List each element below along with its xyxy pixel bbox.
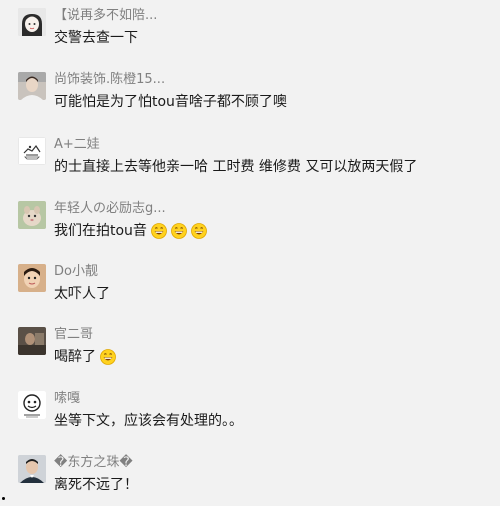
comment-body: 坐等下文，应该会有处理的。。 bbox=[54, 411, 243, 431]
avatar-icon[interactable] bbox=[18, 8, 46, 36]
comment-username[interactable]: 尚饰装饰.陈橙15... bbox=[54, 72, 165, 88]
avatar-icon[interactable] bbox=[18, 201, 46, 229]
page-dot bbox=[2, 497, 5, 500]
comment-text: 我们在拍tou音 bbox=[54, 223, 147, 239]
comment-body: 太吓人了 bbox=[54, 284, 110, 304]
comment-text: 的士直接上去等他亲一哈 工时费 维修费 又可以放两天假了 bbox=[54, 159, 418, 175]
comment-username[interactable]: 【说再多不如陪... bbox=[54, 8, 157, 24]
comment-username[interactable]: 嗦嘎 bbox=[54, 391, 80, 407]
comment-text: 离死不远了！ bbox=[54, 477, 138, 493]
comment-username[interactable]: 年轻人の必励志g... bbox=[54, 201, 166, 217]
comment-item: 嗦嘎 坐等下文，应该会有处理的。。 bbox=[0, 391, 500, 439]
comment-body: 的士直接上去等他亲一哈 工时费 维修费 又可以放两天假了 bbox=[54, 157, 417, 177]
avatar-icon[interactable] bbox=[18, 72, 46, 100]
avatar-icon[interactable] bbox=[18, 391, 46, 419]
avatar-icon[interactable] bbox=[18, 327, 46, 355]
comment-username[interactable]: A+二娃 bbox=[54, 137, 100, 153]
comment-item: 官二哥 喝醉了 bbox=[0, 327, 500, 375]
comment-item: 年轻人の必励志g... 我们在拍tou音 bbox=[0, 201, 500, 249]
comment-body: 交警去查一下 bbox=[54, 28, 138, 48]
avatar-icon[interactable] bbox=[18, 455, 46, 483]
grinning-face-icon bbox=[191, 223, 207, 239]
comment-item: 【说再多不如陪... 交警去查一下 bbox=[0, 8, 500, 56]
comment-item: Do小靓 太吓人了 bbox=[0, 264, 500, 312]
comment-text: 坐等下文，应该会有处理的。。 bbox=[54, 413, 243, 429]
comment-item: A+二娃 的士直接上去等他亲一哈 工时费 维修费 又可以放两天假了 bbox=[0, 137, 500, 185]
comment-text: 交警去查一下 bbox=[54, 30, 138, 46]
comment-item: 尚饰装饰.陈橙15... 可能怕是为了怕tou音啥子都不顾了噢 bbox=[0, 72, 500, 120]
comment-body: 可能怕是为了怕tou音啥子都不顾了噢 bbox=[54, 92, 287, 112]
comment-item: �东方之珠� 离死不远了！ bbox=[0, 455, 500, 503]
grinning-face-icon bbox=[151, 223, 167, 239]
comment-body: 喝醉了 bbox=[54, 347, 116, 367]
comment-body: 我们在拍tou音 bbox=[54, 221, 207, 241]
comment-body: 离死不远了！ bbox=[54, 475, 138, 495]
comment-text: 喝醉了 bbox=[54, 349, 96, 365]
comment-username[interactable]: Do小靓 bbox=[54, 264, 98, 280]
comment-text: 可能怕是为了怕tou音啥子都不顾了噢 bbox=[54, 94, 287, 110]
avatar-icon[interactable] bbox=[18, 264, 46, 292]
comment-username[interactable]: 官二哥 bbox=[54, 327, 93, 343]
avatar-icon[interactable] bbox=[18, 137, 46, 165]
grinning-face-icon bbox=[100, 349, 116, 365]
grinning-face-icon bbox=[171, 223, 187, 239]
comment-list: 【说再多不如陪... 交警去查一下 尚饰装饰.陈橙15... 可能怕是为了怕to… bbox=[0, 0, 500, 506]
comment-username[interactable]: �东方之珠� bbox=[54, 455, 133, 471]
comment-text: 太吓人了 bbox=[54, 286, 110, 302]
